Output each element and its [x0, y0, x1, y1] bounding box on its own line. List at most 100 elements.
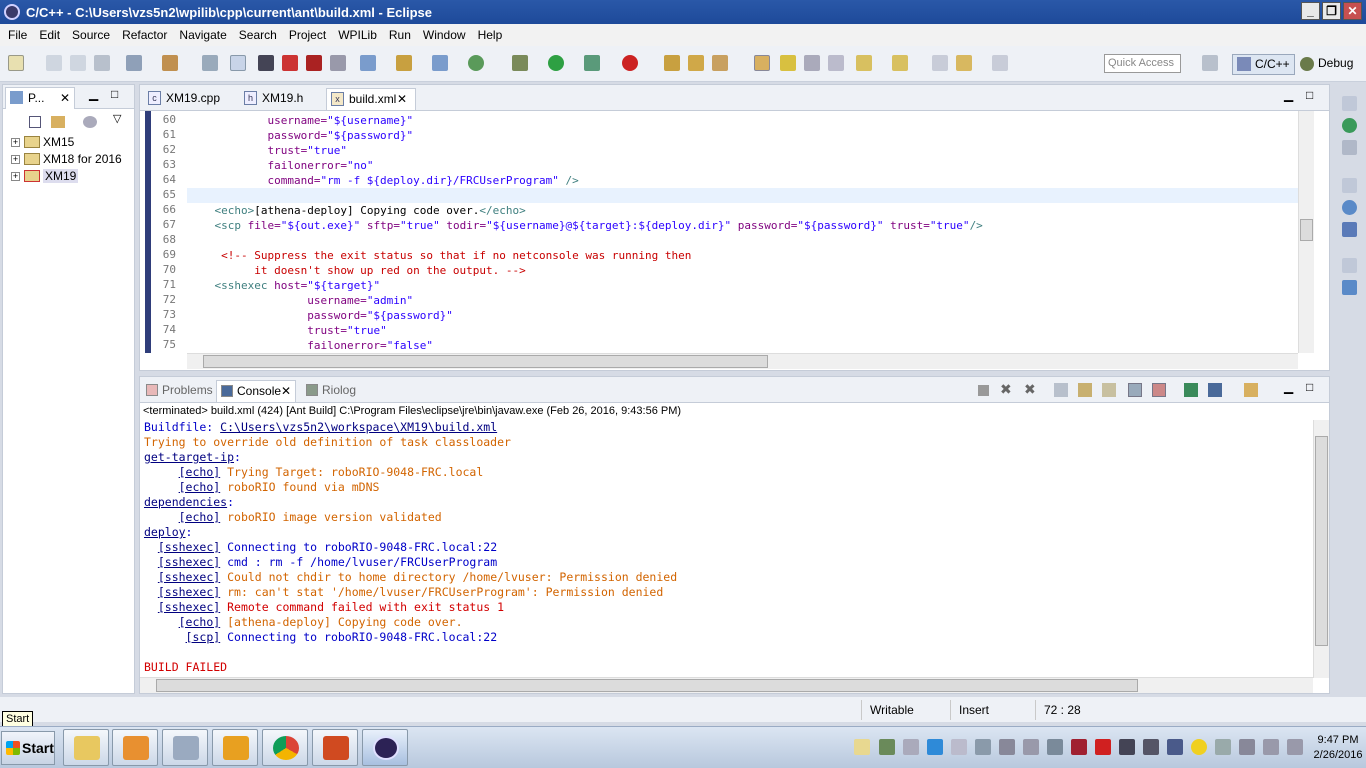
binary-icon[interactable] [202, 55, 218, 71]
restore-icon[interactable] [1342, 178, 1357, 193]
console-link[interactable]: [echo] [179, 510, 221, 524]
mark-occurrences-icon[interactable] [230, 55, 246, 71]
perspective-debug-button[interactable]: Debug [1296, 54, 1357, 75]
highlight-icon[interactable] [780, 55, 796, 71]
taskbar-powerpoint[interactable] [312, 729, 358, 766]
tray-monitor-icon[interactable] [1119, 739, 1135, 755]
build-configuration-icon[interactable] [126, 55, 142, 71]
open-perspective-icon[interactable] [1202, 55, 1218, 71]
show-on-output-icon[interactable] [1128, 383, 1142, 397]
menu-refactor[interactable]: Refactor [116, 28, 173, 42]
perspective-cpp-button[interactable]: C/C++ [1232, 54, 1295, 75]
open-folder-icon[interactable] [688, 55, 704, 71]
tray-usb-icon[interactable] [1239, 739, 1255, 755]
help-icon[interactable] [1342, 200, 1357, 215]
debug-icon[interactable] [512, 55, 528, 71]
menu-help[interactable]: Help [472, 28, 509, 42]
tray-wireless-icon[interactable] [1023, 739, 1039, 755]
editor-vertical-scrollbar[interactable] [1298, 111, 1314, 353]
tray-check-icon[interactable] [975, 739, 991, 755]
console-link[interactable]: [sshexec] [158, 600, 220, 614]
taskbar-calculator[interactable] [162, 729, 208, 766]
toggle-link-icon[interactable] [754, 55, 770, 71]
tray-shield-icon[interactable] [1071, 739, 1087, 755]
last-edit-icon[interactable] [932, 55, 948, 71]
maximize-view-icon[interactable]: □ [111, 87, 118, 101]
minimize-editor-icon[interactable]: ▁ [1284, 88, 1293, 102]
start-button[interactable]: Start [1, 731, 55, 765]
tray-volume-icon[interactable] [1215, 739, 1231, 755]
tab-build-xml[interactable]: x build.xml ✕ [326, 88, 416, 110]
menu-project[interactable]: Project [283, 28, 332, 42]
taskbar-eclipse[interactable] [362, 729, 408, 766]
minimize-view-icon[interactable]: ▁ [89, 87, 98, 101]
close-tab-icon[interactable]: ✕ [397, 89, 407, 109]
show-whitespace-icon[interactable] [828, 55, 844, 71]
filter-icon[interactable] [83, 116, 97, 128]
close-tab-icon[interactable]: ✕ [281, 381, 291, 401]
tray-keyboard-icon[interactable] [1263, 739, 1279, 755]
restore-icon[interactable] [1342, 96, 1357, 111]
maximize-editor-icon[interactable]: □ [1306, 88, 1313, 102]
next-annotation-icon[interactable] [856, 55, 872, 71]
external-tools-icon[interactable] [622, 55, 638, 71]
tray-filter-icon[interactable] [903, 739, 919, 755]
link-editor-icon[interactable] [51, 116, 65, 128]
console-link[interactable]: C:\Users\vzs5n2\workspace\XM19\build.xml [220, 420, 497, 434]
search-icon[interactable] [712, 55, 728, 71]
task-list-icon[interactable] [1342, 140, 1357, 155]
console-link[interactable]: [scp] [186, 630, 221, 644]
open-type-icon[interactable] [664, 55, 680, 71]
new-folder-icon[interactable] [396, 55, 412, 71]
taskbar-chrome[interactable] [262, 729, 308, 766]
tray-notes-icon[interactable] [854, 739, 870, 755]
block-selection-icon[interactable] [804, 55, 820, 71]
save-all-icon[interactable] [70, 55, 86, 71]
tab-problems[interactable]: Problems [142, 380, 213, 402]
minimize-console-icon[interactable]: ▁ [1284, 380, 1293, 394]
menu-search[interactable]: Search [233, 28, 283, 42]
tab-project-explorer[interactable]: P... ✕ [5, 87, 75, 109]
previous-annotation-icon[interactable] [892, 55, 908, 71]
tray-arrow-icon[interactable] [951, 739, 967, 755]
console-link[interactable]: get-target-ip [144, 450, 234, 464]
editor-horizontal-scrollbar[interactable] [187, 353, 1298, 369]
tab-xm19-h[interactable]: h XM19.h [240, 88, 324, 110]
close-button[interactable]: ✕ [1343, 2, 1362, 20]
tree-item-xm19[interactable]: + XM19 [11, 168, 79, 184]
build-icon[interactable] [162, 55, 178, 71]
list-icon[interactable] [258, 55, 274, 71]
taskbar-media-player[interactable] [112, 729, 158, 766]
taskbar-explorer[interactable] [63, 729, 109, 766]
console-link[interactable]: [sshexec] [158, 540, 220, 554]
remove-all-icon[interactable]: ✖ [1024, 381, 1036, 398]
tray-drive-icon[interactable] [927, 739, 943, 755]
new-c-icon[interactable] [468, 55, 484, 71]
expand-icon[interactable]: + [11, 154, 20, 164]
tree-item-xm15[interactable]: + XM15 [11, 134, 74, 150]
print-icon[interactable] [94, 55, 110, 71]
console-link[interactable]: deploy [144, 525, 186, 539]
new-class-icon[interactable] [360, 55, 376, 71]
tray-swiss-icon[interactable] [1095, 739, 1111, 755]
remove-launch-icon[interactable]: ✖ [1000, 381, 1012, 398]
tray-network-icon[interactable] [1047, 739, 1063, 755]
menu-source[interactable]: Source [66, 28, 116, 42]
console-horizontal-scrollbar[interactable] [140, 677, 1313, 693]
collapse-all-icon[interactable] [29, 116, 41, 128]
tray-printer-icon[interactable] [999, 739, 1015, 755]
console-link[interactable]: [sshexec] [158, 555, 220, 569]
console-link[interactable]: dependencies [144, 495, 227, 509]
word-wrap-icon[interactable] [1102, 383, 1116, 397]
menu-file[interactable]: File [2, 28, 33, 42]
menu-navigate[interactable]: Navigate [173, 28, 232, 42]
clock[interactable]: 9:47 PM 2/26/2016 [1313, 733, 1363, 763]
console-link[interactable]: [echo] [179, 480, 221, 494]
new-source-icon[interactable] [432, 55, 448, 71]
code-area[interactable]: username="${username}" password="${passw… [140, 111, 1298, 353]
menu-wpilib[interactable]: WPILib [332, 28, 383, 42]
console-toggle-icon[interactable] [330, 55, 346, 71]
window-icon[interactable] [1342, 222, 1357, 237]
menu-window[interactable]: Window [417, 28, 472, 42]
close-tab-icon[interactable]: ✕ [60, 88, 70, 108]
